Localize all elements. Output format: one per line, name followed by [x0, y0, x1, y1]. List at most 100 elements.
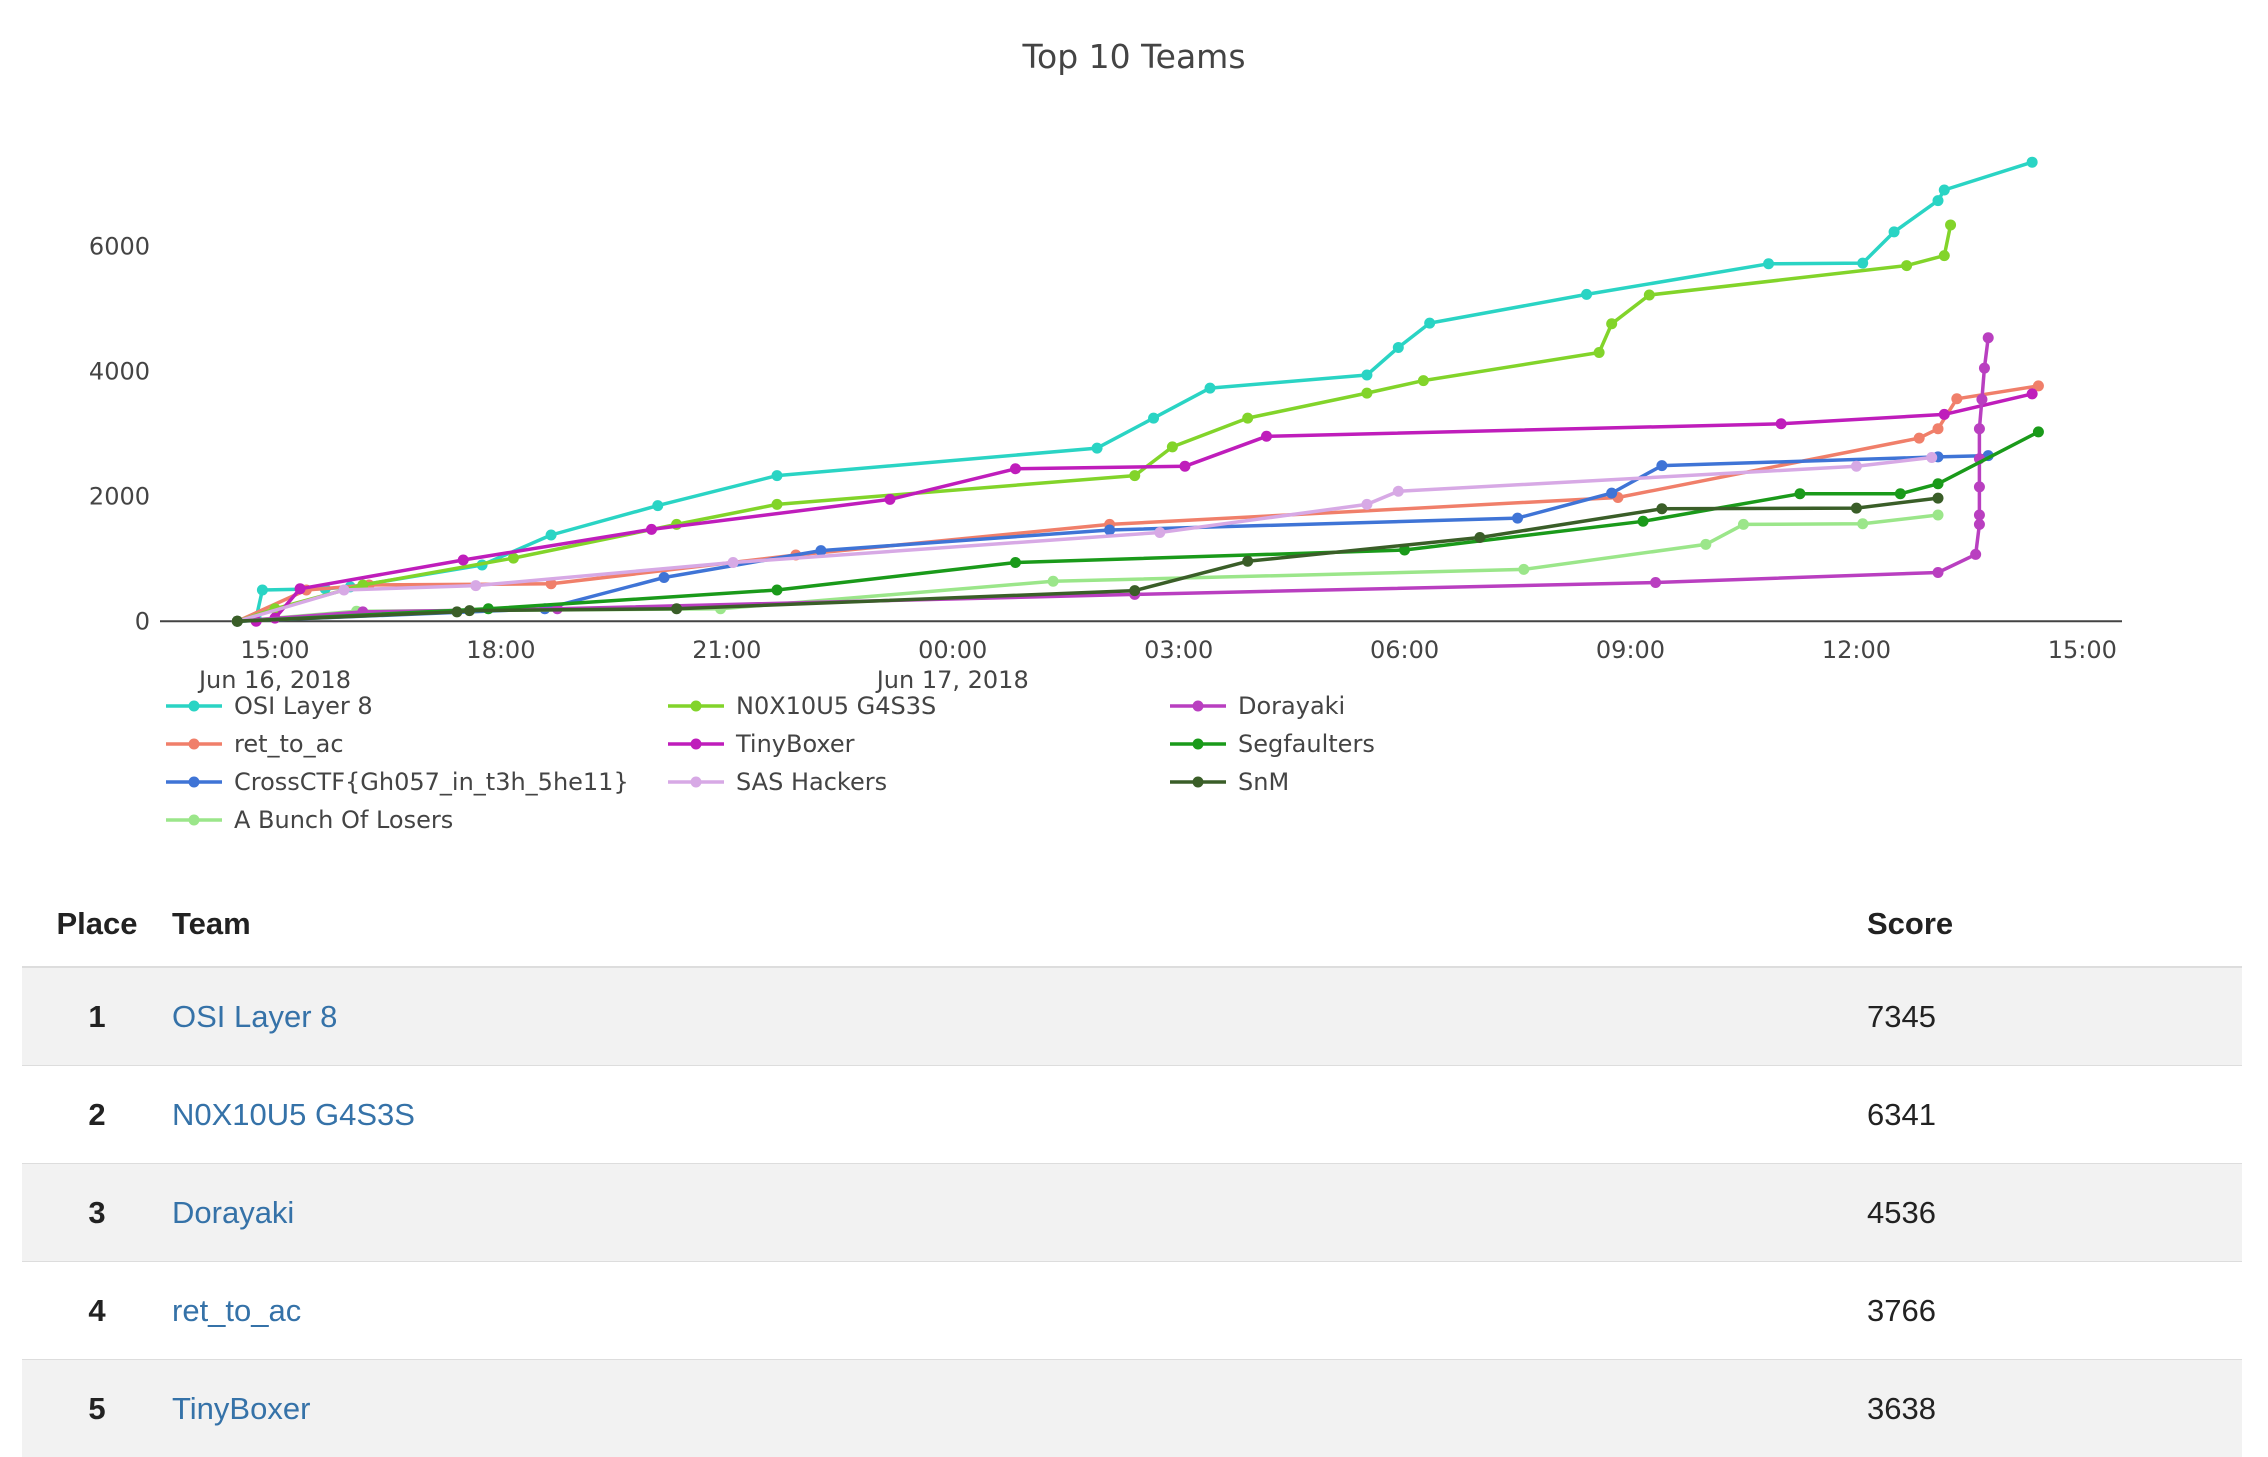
series-n0x10u5-g4s3s: [232, 219, 1956, 626]
team-cell: OSI Layer 8: [172, 967, 1867, 1066]
data-point: [1939, 409, 1950, 420]
legend[interactable]: OSI Layer 8 ret_to_ac CrossCTF{Gh057_in_t3…: [166, 692, 1375, 834]
team-link[interactable]: N0X10U5 G4S3S: [172, 1097, 415, 1132]
data-point: [1205, 383, 1216, 394]
legend-item[interactable]: N0X10U5 G4S3S: [668, 692, 936, 720]
data-point: [1974, 510, 1985, 521]
data-point: [1851, 503, 1862, 514]
place-header[interactable]: Place: [22, 882, 172, 967]
legend-item[interactable]: ret_to_ac: [166, 730, 344, 758]
legend-item[interactable]: Segfaulters: [1170, 730, 1375, 758]
data-point: [1895, 488, 1906, 499]
data-point: [546, 530, 557, 541]
legend-item[interactable]: TinyBoxer: [668, 730, 855, 758]
series-osi-layer-8: [232, 157, 2038, 627]
data-point: [1656, 460, 1667, 471]
data-point: [728, 557, 739, 568]
data-point: [1951, 393, 1962, 404]
x-tick-date-label: Jun 17, 2018: [875, 666, 1029, 694]
x-tick-label: 15:00: [2048, 636, 2117, 664]
data-point: [1129, 585, 1140, 596]
data-point: [1148, 413, 1159, 424]
table-row: 5 TinyBoxer 3638: [22, 1360, 2242, 1457]
score-header[interactable]: Score: [1867, 882, 2242, 967]
team-link[interactable]: Dorayaki: [172, 1195, 294, 1230]
data-point: [1361, 499, 1372, 510]
data-point: [1606, 488, 1617, 499]
legend-item[interactable]: CrossCTF{Gh057_in_t3h_5he11}: [166, 768, 629, 796]
legend-marker: [189, 739, 200, 750]
data-point: [1889, 226, 1900, 237]
data-point: [1104, 525, 1115, 536]
score-cell: 3766: [1867, 1262, 2242, 1360]
team-link[interactable]: ret_to_ac: [172, 1293, 301, 1328]
data-point: [464, 605, 475, 616]
data-point: [1644, 290, 1655, 301]
legend-marker: [1193, 777, 1204, 788]
table-row: 1 OSI Layer 8 7345: [22, 967, 2242, 1066]
data-point: [1361, 370, 1372, 381]
series-line: [237, 386, 2038, 621]
score-cell: 6341: [1867, 1066, 2242, 1164]
data-point: [1242, 556, 1253, 567]
data-point: [1979, 363, 1990, 374]
data-point: [1581, 289, 1592, 300]
legend-label: SnM: [1238, 768, 1289, 796]
data-point: [1418, 375, 1429, 386]
series-layer: [232, 157, 2044, 627]
data-point: [1933, 478, 1944, 489]
place-cell: 4: [22, 1262, 172, 1360]
data-point: [1393, 342, 1404, 353]
data-point: [1974, 519, 1985, 530]
team-link[interactable]: TinyBoxer: [172, 1391, 310, 1426]
legend-marker: [691, 777, 702, 788]
data-point: [1933, 493, 1944, 504]
data-point: [1945, 219, 1956, 230]
data-point: [338, 585, 349, 596]
place-cell: 3: [22, 1164, 172, 1262]
legend-label: CrossCTF{Gh057_in_t3h_5he11}: [234, 768, 629, 796]
score-chart: Top 10 Teams 0200040006000 15:00Jun 16, …: [0, 0, 2268, 860]
legend-item[interactable]: Dorayaki: [1170, 692, 1345, 720]
team-header[interactable]: Team: [172, 882, 1867, 967]
scoreboard-table: Place Team Score 1 OSI Layer 8 7345 2 N0…: [22, 882, 2242, 1457]
y-tick-label: 0: [135, 607, 150, 635]
data-point: [1857, 258, 1868, 269]
data-point: [1857, 518, 1868, 529]
x-tick-label: 06:00: [1370, 636, 1439, 664]
data-point: [1518, 564, 1529, 575]
data-point: [458, 555, 469, 566]
team-link[interactable]: OSI Layer 8: [172, 999, 337, 1034]
data-point: [508, 553, 519, 564]
legend-marker: [189, 701, 200, 712]
legend-marker: [691, 739, 702, 750]
data-point: [1851, 461, 1862, 472]
data-point: [1010, 557, 1021, 568]
data-point: [1763, 258, 1774, 269]
score-cell: 4536: [1867, 1164, 2242, 1262]
scoreboard-header-row: Place Team Score: [22, 882, 2242, 967]
data-point: [1974, 481, 1985, 492]
data-point: [2027, 388, 2038, 399]
data-point: [1738, 519, 1749, 530]
data-point: [1926, 452, 1937, 463]
data-point: [232, 616, 243, 627]
data-point: [1933, 510, 1944, 521]
x-tick-label: 12:00: [1822, 636, 1891, 664]
data-point: [2027, 157, 2038, 168]
legend-item[interactable]: OSI Layer 8: [166, 692, 373, 720]
y-tick-label: 4000: [89, 357, 150, 385]
data-point: [2033, 426, 2044, 437]
data-point: [295, 583, 306, 594]
data-point: [1983, 332, 1994, 343]
data-point: [1424, 318, 1435, 329]
data-point: [1606, 318, 1617, 329]
legend-label: SAS Hackers: [736, 768, 887, 796]
legend-item[interactable]: SnM: [1170, 768, 1289, 796]
data-point: [1010, 463, 1021, 474]
legend-item[interactable]: SAS Hackers: [668, 768, 887, 796]
legend-item[interactable]: A Bunch Of Losers: [166, 806, 453, 834]
data-point: [1794, 488, 1805, 499]
place-cell: 1: [22, 967, 172, 1066]
team-cell: TinyBoxer: [172, 1360, 1867, 1457]
